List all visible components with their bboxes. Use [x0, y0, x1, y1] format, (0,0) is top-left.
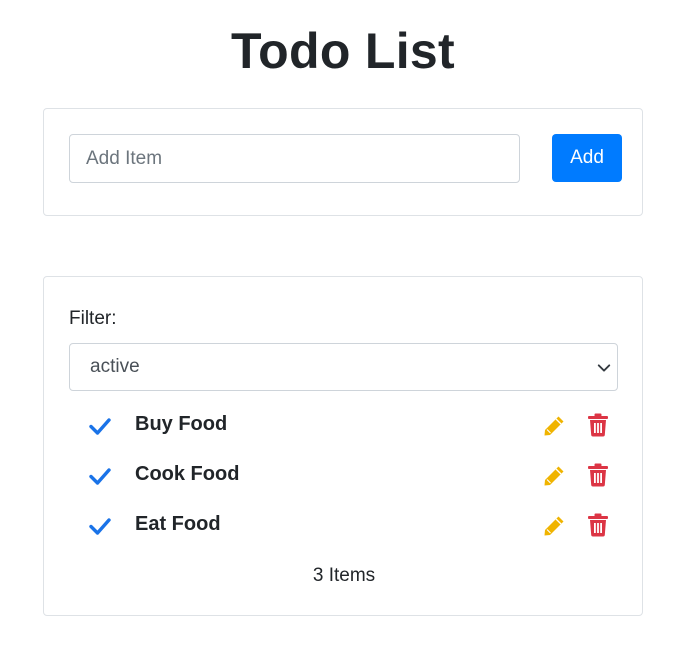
todo-item: Eat Food — [44, 507, 644, 547]
check-icon[interactable] — [89, 515, 111, 537]
pencil-icon[interactable] — [542, 514, 566, 538]
check-icon[interactable] — [89, 465, 111, 487]
add-item-card: Add — [43, 108, 643, 216]
filter-selected-value: active — [90, 356, 140, 377]
todo-item: Buy Food — [44, 407, 644, 447]
chevron-down-icon — [597, 364, 611, 372]
page-title: Todo List — [231, 23, 455, 79]
todo-app: Todo List Add Filter: active Buy Food — [0, 0, 680, 655]
todo-item-text: Buy Food — [135, 413, 228, 435]
pencil-icon[interactable] — [542, 464, 566, 488]
filter-select[interactable]: active — [69, 343, 618, 391]
filter-label: Filter: — [69, 308, 117, 329]
trash-icon[interactable] — [587, 513, 609, 537]
add-button[interactable]: Add — [552, 134, 622, 182]
trash-icon[interactable] — [587, 463, 609, 487]
check-icon[interactable] — [89, 415, 111, 437]
todo-item-text: Eat Food — [135, 513, 221, 535]
todo-item-text: Cook Food — [135, 463, 240, 485]
todo-item: Cook Food — [44, 457, 644, 497]
todo-list-card: Filter: active Buy Food Cook Food Eat Fo… — [43, 276, 643, 616]
trash-icon[interactable] — [587, 413, 609, 437]
item-count: 3 Items — [312, 565, 376, 586]
add-item-input[interactable] — [69, 134, 520, 183]
pencil-icon[interactable] — [542, 414, 566, 438]
